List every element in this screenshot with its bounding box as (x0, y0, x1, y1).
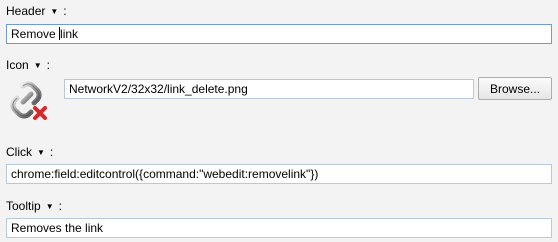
tooltip-label-text: Tooltip (6, 199, 41, 213)
browse-button[interactable]: Browse... (478, 77, 552, 100)
tooltip-input[interactable]: Removes the link (6, 218, 552, 238)
icon-label-colon: : (46, 58, 50, 72)
header-input-text-end: link (60, 27, 79, 41)
icon-preview (6, 78, 56, 126)
header-input-text-start: Remove (11, 27, 60, 41)
header-label-colon: : (63, 4, 67, 18)
tooltip-dropdown-arrow-icon[interactable]: ▼ (46, 202, 54, 211)
header-label-text: Header (6, 4, 46, 18)
tooltip-label-colon: : (58, 199, 62, 213)
icon-path-input[interactable]: NetworkV2/32x32/link_delete.png (64, 79, 474, 99)
tooltip-label[interactable]: Tooltip ▼ : (6, 199, 62, 213)
header-input[interactable]: Remove link (6, 24, 552, 44)
header-dropdown-arrow-icon[interactable]: ▼ (50, 7, 58, 16)
icon-label-text: Icon (6, 58, 29, 72)
link-delete-icon (10, 81, 47, 120)
click-command-input[interactable]: chrome:field:editcontrol({command:"webed… (6, 164, 552, 184)
icon-dropdown-arrow-icon[interactable]: ▼ (34, 61, 42, 70)
click-label-text: Click (6, 145, 32, 159)
header-label[interactable]: Header ▼ : (6, 4, 67, 18)
click-dropdown-arrow-icon[interactable]: ▼ (37, 148, 45, 157)
click-label-colon: : (49, 145, 54, 159)
click-label[interactable]: Click ▼ : (6, 145, 53, 159)
icon-label[interactable]: Icon ▼ : (6, 58, 50, 72)
